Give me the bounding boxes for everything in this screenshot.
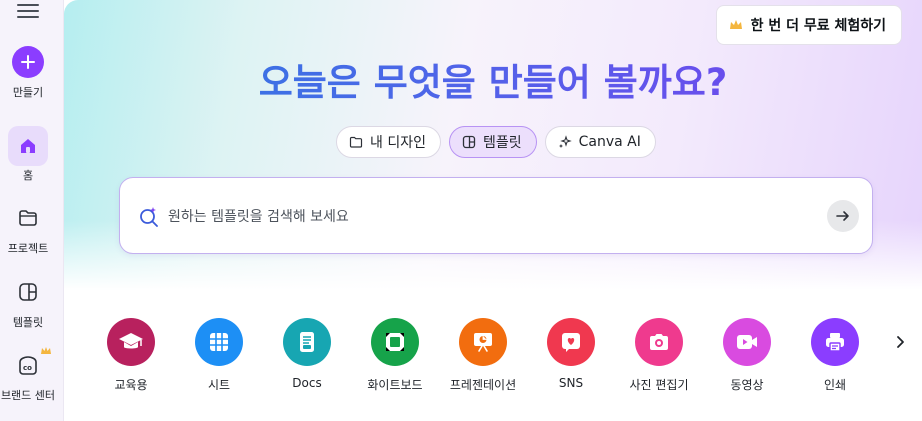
sidebar-item-templates[interactable] [8,272,48,312]
tab-label: Canva AI [578,134,641,150]
docs-icon [300,332,314,352]
create-label: 만들기 [12,86,44,99]
sheet-icon [210,333,228,351]
chevron-right-icon [897,336,904,348]
whiteboard-icon [386,333,404,351]
shortcut-label: 교육용 [114,378,148,392]
folder-icon [19,210,37,226]
sidebar-item-label: 홈 [22,169,34,182]
shortcut-icon-circle [283,318,331,366]
shortcut-label: 사진 편집기 [629,378,689,392]
tab-my-designs[interactable]: 내 디자인 [336,126,441,158]
crown-icon [41,347,51,354]
shortcut-label: SNS [558,376,584,390]
shortcut-label: Docs [292,376,322,390]
ai-search-icon [140,207,158,227]
sidebar-item-label: 템플릿 [12,316,44,329]
home-icon [21,139,35,153]
sparkle-icon [558,135,572,148]
heart-icon [562,333,580,352]
folder-icon [349,136,363,148]
shortcut-label: 인쇄 [823,378,847,392]
camera-icon [650,334,668,350]
design-type-shortcuts: 교육용 시트 Docs 화이트보드 프레젠테이션 SNS 사진 편집기 동영상 … [106,318,898,398]
search-input[interactable]: 원하는 템플릿을 검색해 보세요 [168,206,349,226]
shortcut-print[interactable]: 인쇄 [810,318,898,398]
arrow-right-icon [836,211,849,221]
free-trial-button[interactable]: 한 번 더 무료 체험하기 [715,5,902,45]
graduation-cap-icon [119,333,143,349]
svg-text:co: co [23,364,32,372]
menu-icon[interactable] [17,0,39,20]
page-title: 오늘은 무엇을 만들어 볼까요? [64,52,922,106]
brand-icon: co [19,356,37,375]
template-icon [462,135,476,149]
shortcut-icon-circle [371,318,419,366]
sidebar-item-label: 브랜드 센터 [0,389,56,402]
template-icon [19,283,37,301]
video-icon [737,335,757,349]
sidebar-item-label: 프로젝트 [7,242,49,255]
main-content: 한 번 더 무료 체험하기 오늘은 무엇을 만들어 볼까요? 내 디자인 템플릿… [64,0,922,421]
sidebar-item-brand[interactable]: co [8,346,51,386]
printer-icon [826,333,844,352]
tab-label: 내 디자인 [370,135,426,151]
shortcut-label: 프레젠테이션 [449,378,517,392]
template-search-bar[interactable]: 원하는 템플릿을 검색해 보세요 [119,177,873,254]
shortcut-icon-circle [107,318,155,366]
tab-canva-ai[interactable]: Canva AI [544,126,656,158]
create-button[interactable] [12,46,44,78]
sidebar-item-projects[interactable] [8,198,48,238]
sidebar-item-home[interactable] [8,126,48,166]
presentation-icon [474,333,492,352]
shortcut-label: 시트 [207,378,231,392]
hero-tabs: 내 디자인 템플릿 Canva AI [336,126,656,158]
free-trial-label: 한 번 더 무료 체험하기 [750,18,886,34]
shortcut-label: 동영상 [730,378,764,392]
shortcut-icon-circle [547,318,595,366]
tab-label: 템플릿 [482,135,522,151]
shortcut-label: 화이트보드 [367,378,423,392]
tab-templates[interactable]: 템플릿 [448,126,537,158]
shortcut-icon-circle [635,318,683,366]
search-submit-button[interactable] [827,200,859,232]
shortcut-icon-circle [459,318,507,366]
crown-icon [729,20,742,29]
plus-icon [21,55,35,69]
shortcut-icon-circle [195,318,243,366]
scroll-right-button[interactable] [890,332,910,352]
shortcut-icon-circle [723,318,771,366]
sidebar: 만들기 홈 프로젝트 템플릿 co 브랜드 센터 [0,0,64,421]
shortcut-icon-circle [811,318,859,366]
